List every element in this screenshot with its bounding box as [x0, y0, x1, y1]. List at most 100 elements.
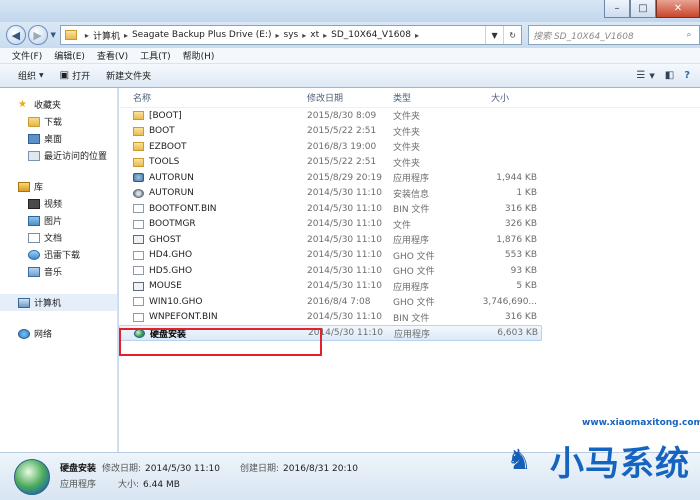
file-row[interactable]: HD5.GHO 2014/5/30 11:10 GHO 文件 93 KB: [119, 263, 700, 279]
folder-small-icon: [64, 30, 77, 40]
nav-item-desktop[interactable]: 桌面: [0, 130, 117, 147]
nav-network[interactable]: 网络: [0, 325, 117, 342]
column-size[interactable]: 大小: [479, 91, 539, 104]
new-folder-button[interactable]: 新建文件夹: [106, 69, 151, 82]
details-created-label: 创建日期:: [240, 464, 280, 474]
nav-item-label: 视频: [44, 200, 63, 210]
arrow-right-icon: ▶: [33, 28, 42, 42]
nav-favorites-label: 收藏夹: [34, 101, 62, 111]
nav-item-label: 迅雷下载: [44, 251, 81, 261]
forward-button[interactable]: ▶: [27, 25, 48, 45]
organize-button[interactable]: 组织 ▼: [18, 69, 44, 82]
file-name-cell: BOOT: [119, 126, 307, 136]
maximize-button[interactable]: □: [630, 0, 656, 18]
back-button[interactable]: ◀: [6, 25, 26, 45]
file-row[interactable]: MOUSE 2014/5/30 11:10 应用程序 5 KB: [119, 279, 700, 295]
nav-favorites[interactable]: ★ 收藏夹: [0, 96, 117, 113]
doc-icon: [133, 250, 144, 260]
nav-item-music[interactable]: 音乐: [0, 263, 117, 280]
file-size: 1,876 KB: [496, 234, 537, 245]
refresh-icon[interactable]: ↻: [503, 26, 521, 44]
disk-install-icon: [14, 459, 50, 495]
file-row[interactable]: BOOT 2015/5/22 2:51 文件夹: [119, 124, 700, 140]
file-name-cell: AUTORUN: [119, 188, 307, 198]
file-type: GHO 文件: [393, 267, 435, 278]
details-modified-label: 修改日期:: [102, 464, 142, 474]
file-row[interactable]: TOOLS 2015/5/22 2:51 文件夹: [119, 155, 700, 171]
document-icon: [28, 232, 40, 243]
minimize-button[interactable]: –: [604, 0, 630, 18]
menu-tools[interactable]: 工具(T): [140, 49, 171, 62]
file-type: 文件夹: [393, 112, 421, 123]
file-name-cell: HD5.GHO: [119, 266, 307, 276]
file-row[interactable]: AUTORUN 2014/5/30 11:10 安装信息 1 KB: [119, 186, 700, 202]
file-size: 3,746,690...: [482, 296, 537, 307]
file-name-cell: TOOLS: [119, 157, 307, 167]
preview-pane-icon[interactable]: ◧: [665, 70, 674, 81]
file-name-cell: HD4.GHO: [119, 250, 307, 260]
file-row[interactable]: AUTORUN 2015/8/29 20:19 应用程序 1,944 KB: [119, 170, 700, 186]
file-name-cell: GHOST: [119, 235, 307, 245]
file-type: 文件: [393, 220, 412, 231]
details-size-value: 6.44 MB: [143, 480, 180, 490]
nav-item-downloads[interactable]: 下载: [0, 113, 117, 130]
thunder-download-icon: [28, 249, 40, 260]
menu-view[interactable]: 查看(V): [97, 49, 128, 62]
breadcrumb-sys[interactable]: sys ▸: [284, 30, 311, 40]
nav-libraries[interactable]: 库: [0, 178, 117, 195]
file-row[interactable]: EZBOOT 2016/8/3 19:00 文件夹: [119, 139, 700, 155]
menu-file[interactable]: 文件(F): [12, 49, 42, 62]
breadcrumb-current[interactable]: SD_10X64_V1608 ▸: [331, 30, 423, 40]
view-dropdown-icon[interactable]: ▼: [649, 72, 654, 80]
nav-item-label: 音乐: [44, 268, 63, 278]
file-type: 应用程序: [394, 329, 431, 340]
file-name: BOOTMGR: [149, 219, 196, 230]
address-dropdown-icon[interactable]: ▼: [485, 26, 503, 44]
file-row[interactable]: WNPEFONT.BIN 2014/5/30 11:10 BIN 文件 316 KB: [119, 310, 700, 326]
doc-icon: [133, 219, 144, 229]
file-row[interactable]: WIN10.GHO 2016/8/4 7:08 GHO 文件 3,746,690...: [119, 294, 700, 310]
column-name[interactable]: 名称: [119, 91, 307, 104]
file-date: 2014/5/30 11:10: [307, 203, 382, 214]
history-dropdown-icon[interactable]: ▼: [51, 31, 56, 39]
breadcrumb-root-chevron[interactable]: ▸: [81, 31, 93, 40]
file-row[interactable]: BOOTMGR 2014/5/30 11:10 文件 326 KB: [119, 217, 700, 233]
search-icon[interactable]: ⌕: [679, 30, 699, 40]
file-row[interactable]: GHOST 2014/5/30 11:10 应用程序 1,876 KB: [119, 232, 700, 248]
close-button[interactable]: ✕: [656, 0, 700, 18]
address-bar[interactable]: ▸ 计算机 ▸ Seagate Backup Plus Drive (E:) ▸ s…: [59, 25, 523, 45]
file-date: 2014/5/30 11:10: [307, 265, 382, 276]
nav-item-thunder-downloads[interactable]: 迅雷下载: [0, 246, 117, 263]
column-type[interactable]: 类型: [393, 91, 479, 104]
nav-item-recent[interactable]: 最近访问的位置: [0, 147, 117, 164]
file-name: WNPEFONT.BIN: [149, 312, 218, 323]
search-input[interactable]: 搜索 SD_10X64_V1608 ⌕: [528, 25, 700, 45]
file-row[interactable]: BOOTFONT.BIN 2014/5/30 11:10 BIN 文件 316 KB: [119, 201, 700, 217]
file-type: GHO 文件: [393, 251, 435, 262]
file-size: 5 KB: [516, 281, 537, 292]
doc-icon: [133, 266, 144, 276]
help-icon[interactable]: ?: [684, 70, 690, 81]
file-type: 文件夹: [393, 143, 421, 154]
breadcrumb-xt[interactable]: xt ▸: [310, 30, 331, 40]
folder-icon: [133, 126, 144, 136]
nav-item-documents[interactable]: 文档: [0, 229, 117, 246]
menu-bar: 文件(F) 编辑(E) 查看(V) 工具(T) 帮助(H): [0, 48, 700, 64]
column-date[interactable]: 修改日期: [307, 91, 393, 104]
menu-help[interactable]: 帮助(H): [183, 49, 215, 62]
nav-item-videos[interactable]: 视频: [0, 195, 117, 212]
nav-computer[interactable]: 计算机: [0, 294, 117, 311]
nav-item-pictures[interactable]: 图片: [0, 212, 117, 229]
breadcrumb-computer[interactable]: 计算机 ▸: [93, 29, 132, 42]
nav-computer-group: 计算机: [0, 294, 117, 311]
highlight-box: [119, 328, 322, 356]
breadcrumb-drive[interactable]: Seagate Backup Plus Drive (E:) ▸: [132, 30, 284, 40]
file-name: WIN10.GHO: [149, 296, 203, 307]
open-button[interactable]: ▣ 打开: [60, 69, 90, 82]
view-options-icon[interactable]: ☰: [636, 70, 645, 81]
menu-edit[interactable]: 编辑(E): [54, 49, 85, 62]
file-row[interactable]: [BOOT] 2015/8/30 8:09 文件夹: [119, 108, 700, 124]
file-row[interactable]: HD4.GHO 2014/5/30 11:10 GHO 文件 553 KB: [119, 248, 700, 264]
file-type: BIN 文件: [393, 205, 430, 216]
folder-icon: [133, 111, 144, 121]
